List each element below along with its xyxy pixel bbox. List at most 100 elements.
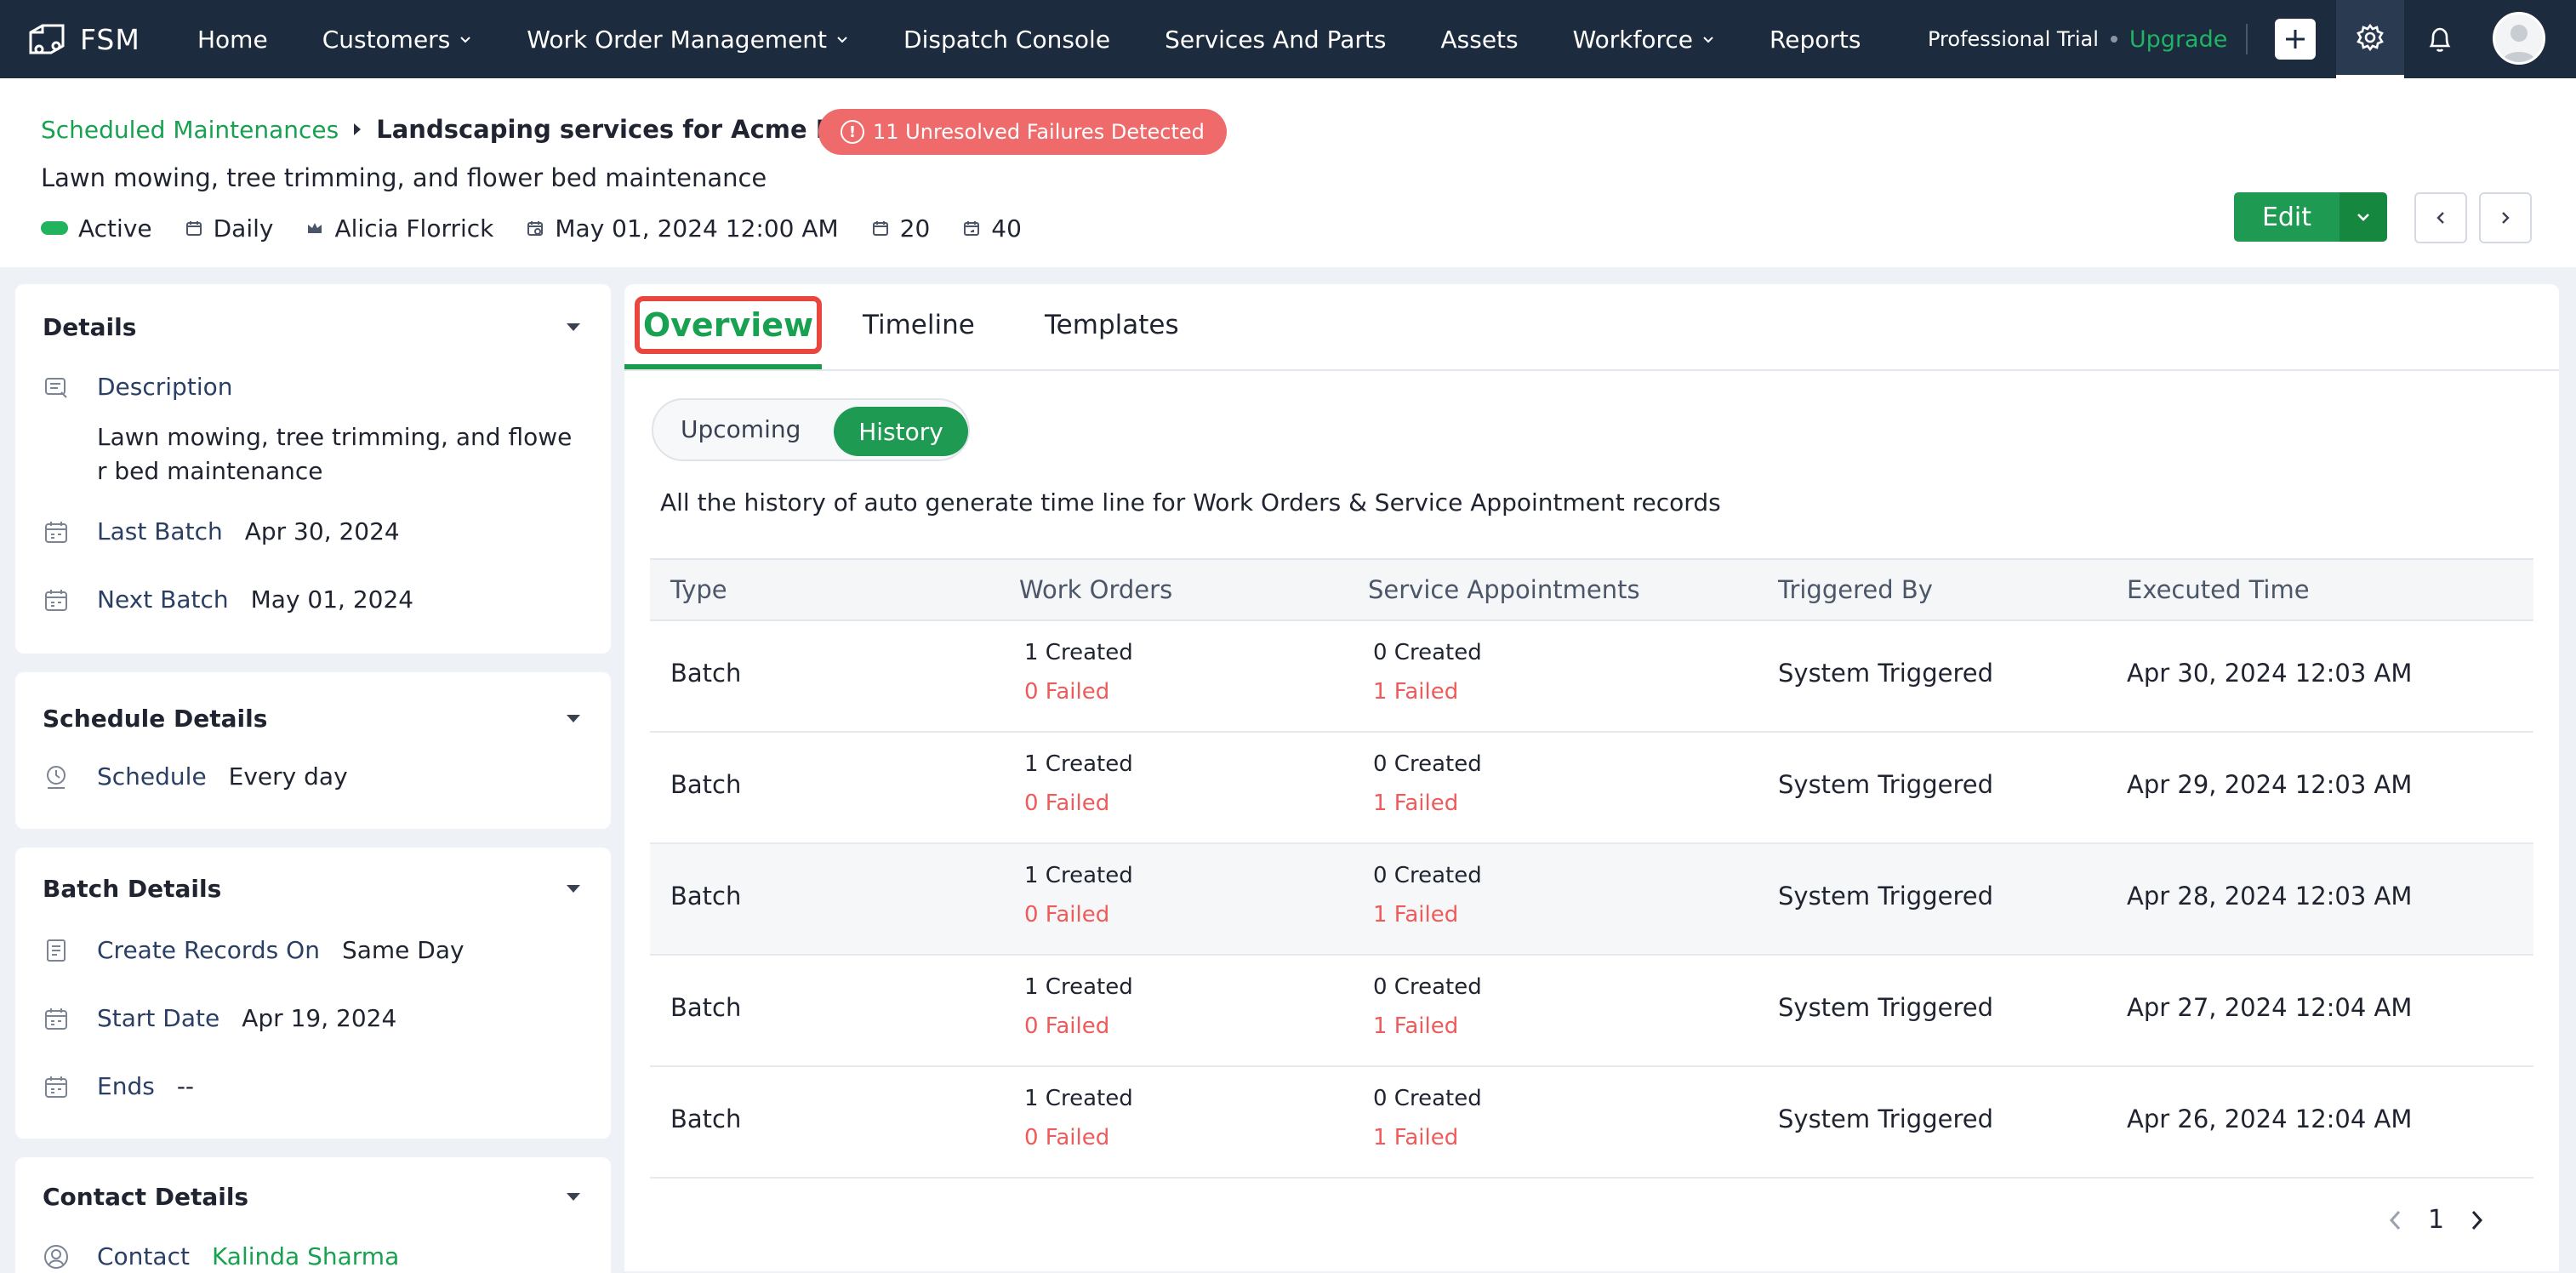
owner-text: Alicia Florrick <box>334 214 494 243</box>
contact-label: Contact <box>97 1242 190 1270</box>
cell-wo-created: 1 Created <box>1024 863 1133 888</box>
column-header-triggered-by: Triggered By <box>1778 575 1933 604</box>
gear-icon <box>2357 23 2384 52</box>
cell-wo-failed[interactable]: 0 Failed <box>1024 902 1109 928</box>
nav-dispatch-console[interactable]: Dispatch Console <box>876 0 1137 78</box>
nav-label: Customers <box>322 25 451 54</box>
record-subtitle: Lawn mowing, tree trimming, and flower b… <box>41 163 767 192</box>
edit-button[interactable]: Edit <box>2234 192 2339 242</box>
description-row: Description <box>43 373 254 401</box>
plus-icon <box>2286 30 2305 49</box>
nav-assets[interactable]: Assets <box>1413 0 1545 78</box>
main-nav: Home Customers Work Order Management Dis… <box>170 0 1888 78</box>
cell-wo-created: 1 Created <box>1024 974 1133 1000</box>
description-icon <box>45 377 67 398</box>
table-row[interactable]: Batch 1 Created 0 Failed 0 Created 1 Fai… <box>650 621 2533 733</box>
history-table: Type Work Orders Service Appointments Tr… <box>650 558 2533 1179</box>
cell-sa-failed[interactable]: 1 Failed <box>1373 902 1458 928</box>
nav-reports[interactable]: Reports <box>1742 0 1888 78</box>
batch-details-card: Batch Details Create Records On Same Day… <box>15 848 611 1139</box>
cell-executed-time: Apr 28, 2024 12:03 AM <box>2127 882 2413 911</box>
upgrade-link[interactable]: Upgrade <box>2129 26 2227 53</box>
meta-owner: Alicia Florrick <box>305 214 493 243</box>
cell-wo-failed[interactable]: 0 Failed <box>1024 1125 1109 1150</box>
last-batch-row: Last Batch Apr 30, 2024 <box>43 517 400 545</box>
nav-customers[interactable]: Customers <box>295 0 500 78</box>
contact-value-link[interactable]: Kalinda Sharma <box>212 1242 399 1270</box>
nav-label: Dispatch Console <box>903 25 1111 54</box>
cell-wo-failed[interactable]: 0 Failed <box>1024 679 1109 705</box>
start-date-row: Start Date Apr 19, 2024 <box>43 1004 396 1032</box>
cell-type: Batch <box>670 659 742 688</box>
last-batch-label: Last Batch <box>97 517 223 545</box>
edit-dropdown-button[interactable] <box>2339 192 2387 242</box>
calendar-icon <box>45 521 67 543</box>
current-page: 1 <box>2428 1205 2445 1235</box>
calendar-icon <box>185 221 202 236</box>
app-logo[interactable]: FSM <box>26 17 140 61</box>
previous-record-button[interactable] <box>2414 192 2467 243</box>
description-line: r bed maintenance <box>97 457 323 485</box>
breadcrumb-link[interactable]: Scheduled Maintenances <box>41 116 339 144</box>
ends-value: -- <box>176 1072 195 1100</box>
cell-executed-time: Apr 30, 2024 12:03 AM <box>2127 659 2413 688</box>
unresolved-failures-badge[interactable]: ! 11 Unresolved Failures Detected <box>818 109 1227 155</box>
cell-sa-failed[interactable]: 1 Failed <box>1373 1125 1458 1150</box>
chevron-left-icon <box>2436 212 2444 224</box>
collapse-caret-icon[interactable] <box>567 1193 580 1201</box>
column-header-work-orders: Work Orders <box>1019 575 1173 604</box>
table-row[interactable]: Batch 1 Created 0 Failed 0 Created 1 Fai… <box>650 1067 2533 1179</box>
collapse-caret-icon[interactable] <box>567 715 580 722</box>
cell-sa-created: 0 Created <box>1373 1086 1482 1111</box>
bell-icon <box>2429 27 2451 52</box>
active-tab-underline <box>624 364 822 369</box>
user-avatar[interactable] <box>2493 12 2545 65</box>
cell-wo-created: 1 Created <box>1024 640 1133 665</box>
tab-templates[interactable]: Templates <box>1045 310 1179 340</box>
clock-icon <box>47 765 66 789</box>
nav-home[interactable]: Home <box>170 0 295 78</box>
collapse-caret-icon[interactable] <box>567 323 580 331</box>
app-name: FSM <box>80 22 140 56</box>
table-row[interactable]: Batch 1 Created 0 Failed 0 Created 1 Fai… <box>650 844 2533 956</box>
nav-services-and-parts[interactable]: Services And Parts <box>1137 0 1413 78</box>
schedule-label: Schedule <box>97 762 207 791</box>
cell-sa-created: 0 Created <box>1373 640 1482 665</box>
history-description: All the history of auto generate time li… <box>660 488 1721 517</box>
nav-workforce[interactable]: Workforce <box>1546 0 1742 78</box>
history-toggle-active[interactable]: History <box>834 407 968 456</box>
cell-type: Batch <box>670 882 742 911</box>
last-batch-value: Apr 30, 2024 <box>244 517 400 545</box>
next-record-button[interactable] <box>2479 192 2532 243</box>
cell-sa-failed[interactable]: 1 Failed <box>1373 679 1458 705</box>
chevron-left-icon[interactable] <box>2385 1207 2406 1233</box>
settings-button[interactable] <box>2336 0 2404 78</box>
collapse-caret-icon[interactable] <box>567 885 580 893</box>
cell-wo-failed[interactable]: 0 Failed <box>1024 1013 1109 1039</box>
chevron-down-icon <box>837 37 847 43</box>
table-row[interactable]: Batch 1 Created 0 Failed 0 Created 1 Fai… <box>650 956 2533 1067</box>
nav-label: Workforce <box>1572 25 1694 54</box>
pagination: 1 <box>2385 1205 2487 1235</box>
batch-details-title: Batch Details <box>43 875 222 903</box>
table-row[interactable]: Batch 1 Created 0 Failed 0 Created 1 Fai… <box>650 733 2533 844</box>
cell-sa-failed[interactable]: 1 Failed <box>1373 1013 1458 1039</box>
notifications-button[interactable] <box>2414 0 2465 78</box>
table-header: Type Work Orders Service Appointments Tr… <box>650 558 2533 621</box>
next-batch-label: Next Batch <box>97 585 229 614</box>
cell-sa-created: 0 Created <box>1373 974 1482 1000</box>
tab-overview[interactable]: Overview <box>635 296 822 354</box>
cell-sa-failed[interactable]: 1 Failed <box>1373 791 1458 816</box>
upcoming-toggle[interactable]: Upcoming <box>681 415 801 443</box>
start-date-label: Start Date <box>97 1004 220 1032</box>
nav-work-order-management[interactable]: Work Order Management <box>499 0 876 78</box>
schedule-row: Schedule Every day <box>43 762 348 791</box>
chevron-down-icon <box>2357 214 2369 221</box>
start-date-value: Apr 19, 2024 <box>242 1004 397 1032</box>
chevron-right-icon[interactable] <box>2466 1207 2487 1233</box>
cell-wo-failed[interactable]: 0 Failed <box>1024 791 1109 816</box>
calendar-clock-icon <box>527 221 544 236</box>
quick-create-button[interactable] <box>2275 19 2316 60</box>
tab-timeline[interactable]: Timeline <box>863 310 975 340</box>
create-records-label: Create Records On <box>97 936 320 964</box>
